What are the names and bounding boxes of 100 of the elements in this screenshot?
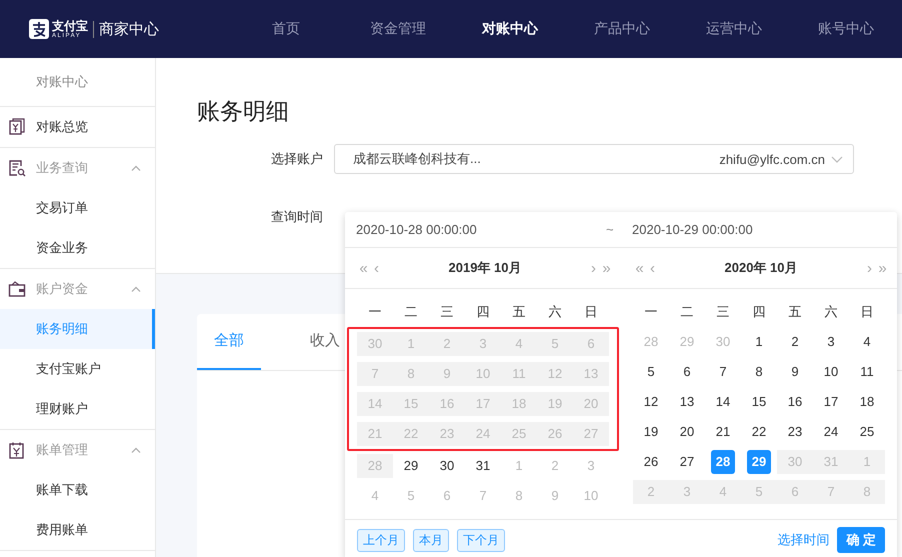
calendar-day[interactable]: 27 <box>669 450 705 474</box>
calendar-day[interactable]: 7 <box>465 484 501 508</box>
calendar-day[interactable]: 12 <box>633 390 669 414</box>
calendar-day[interactable]: 29 <box>393 454 429 478</box>
calendar-day[interactable]: 3 <box>573 454 609 478</box>
calendar-day[interactable]: 2 <box>537 454 573 478</box>
tab[interactable]: 全部 <box>197 314 261 370</box>
previous-month-button[interactable]: ‹ <box>370 260 383 276</box>
calendar-day[interactable]: 9 <box>777 360 813 384</box>
sidebar-item[interactable]: 账户资金 <box>0 269 155 309</box>
sidebar-item[interactable]: 费用账单 <box>0 510 155 550</box>
next-year-button[interactable]: » <box>876 260 889 276</box>
caret-icon <box>131 165 141 171</box>
sidebar-item[interactable]: 业务查询 <box>0 148 155 188</box>
calendar-day[interactable]: 10 <box>813 360 849 384</box>
calendar-day[interactable]: 14 <box>705 390 741 414</box>
calendar-day[interactable]: 30 <box>705 330 741 354</box>
calendar-day[interactable]: 11 <box>849 360 885 384</box>
calendar-day[interactable]: 28 <box>711 450 735 474</box>
start-date-input[interactable]: 2020-10-28 00:00:00 <box>356 222 606 237</box>
sidebar-item[interactable]: 对账总览 <box>0 107 155 147</box>
calendar-day[interactable]: 23 <box>777 420 813 444</box>
calendar-day[interactable]: 5 <box>633 360 669 384</box>
calendar-day[interactable]: 30 <box>429 454 465 478</box>
nav-tab[interactable]: 运营中心 <box>678 20 790 38</box>
bill-icon <box>8 441 26 459</box>
calendar-day[interactable]: 13 <box>669 390 705 414</box>
calendar-day[interactable]: 1 <box>501 454 537 478</box>
sidebar-item[interactable]: 账单下载 <box>0 470 155 510</box>
previous-year-button[interactable]: « <box>633 260 646 276</box>
calendar-day[interactable]: 8 <box>741 360 777 384</box>
calendar-day[interactable]: 18 <box>849 390 885 414</box>
end-date-input[interactable]: 2020-10-29 00:00:00 <box>632 222 882 237</box>
weekday-label: 一 <box>644 303 658 321</box>
account-select[interactable]: 成都云联峰创科技有... zhifu@ylfc.com.cn <box>334 144 854 174</box>
calendar-day[interactable]: 19 <box>633 420 669 444</box>
weekday-label: 二 <box>680 303 694 321</box>
field-label: 查询时间 <box>270 208 324 226</box>
sidebar-item[interactable]: 账单管理 <box>0 430 155 470</box>
calendar-day[interactable]: 29 <box>669 330 705 354</box>
sidebar-item[interactable]: 理财账户 <box>0 389 155 429</box>
product-name: 商家中心 <box>99 20 159 38</box>
calendar-day[interactable]: 29 <box>747 450 771 474</box>
calendar-day[interactable]: 4 <box>849 330 885 354</box>
calendar-day[interactable]: 6 <box>429 484 465 508</box>
sidebar-item[interactable]: 账务明细 <box>0 309 155 349</box>
field-label: 选择账户 <box>270 150 324 168</box>
calendar-day[interactable]: 15 <box>741 390 777 414</box>
previous-month-button[interactable]: ‹ <box>646 260 659 276</box>
calendar-day[interactable]: 31 <box>465 454 501 478</box>
calendar-day[interactable]: 24 <box>813 420 849 444</box>
nav-tab[interactable]: 对账中心 <box>454 20 566 38</box>
calendar-day[interactable]: 10 <box>573 484 609 508</box>
nav-tab[interactable]: 资金管理 <box>342 20 454 38</box>
shortcut-button[interactable]: 本月 <box>413 528 449 552</box>
nav-tab[interactable]: 产品中心 <box>566 20 678 38</box>
nav-tab[interactable]: 首页 <box>230 20 342 38</box>
month-title: 2019年 10月 <box>448 259 522 277</box>
calendar-day[interactable]: 16 <box>777 390 813 414</box>
calendar-day[interactable]: 6 <box>669 360 705 384</box>
calendar-day[interactable]: 28 <box>633 330 669 354</box>
calendar-day[interactable]: 22 <box>741 420 777 444</box>
range-separator: ~ <box>606 222 615 237</box>
weekday-label: 六 <box>824 303 838 321</box>
weekday-label: 六 <box>548 303 562 321</box>
previous-year-button[interactable]: « <box>357 260 370 276</box>
calendar-day[interactable]: 4 <box>357 484 393 508</box>
calendar-day[interactable]: 1 <box>741 330 777 354</box>
weekday-label: 日 <box>584 303 598 321</box>
sidebar-item[interactable]: 交易订单 <box>0 188 155 228</box>
shortcut-button[interactable]: 上个月 <box>357 528 405 552</box>
calendar-day[interactable]: 8 <box>501 484 537 508</box>
weekday-label: 五 <box>788 303 802 321</box>
select-time-link[interactable]: 选择时间 <box>777 531 830 549</box>
calendar-day[interactable]: 7 <box>705 360 741 384</box>
ledger-icon <box>8 118 26 136</box>
calendar-day[interactable]: 9 <box>537 484 573 508</box>
calendar-day[interactable]: 17 <box>813 390 849 414</box>
next-year-button[interactable]: » <box>600 260 613 276</box>
confirm-button[interactable]: 确 定 <box>837 527 885 553</box>
chevron-down-icon <box>831 156 843 162</box>
calendar-day[interactable]: 2 <box>777 330 813 354</box>
calendar-day[interactable]: 25 <box>849 420 885 444</box>
calendar-day[interactable]: 21 <box>705 420 741 444</box>
next-month-button[interactable]: › <box>587 260 600 276</box>
weekday-label: 四 <box>752 303 766 321</box>
shortcut-button[interactable]: 下个月 <box>457 528 505 552</box>
weekday-label: 一 <box>368 303 382 321</box>
weekday-label: 日 <box>860 303 874 321</box>
sidebar-item[interactable]: 资金业务 <box>0 228 155 268</box>
next-month-button[interactable]: › <box>863 260 876 276</box>
calendar-day[interactable]: 3 <box>813 330 849 354</box>
calendar-day[interactable]: 5 <box>393 484 429 508</box>
caret-icon <box>131 447 141 453</box>
sidebar-item[interactable]: 支付宝账户 <box>0 349 155 389</box>
calendar-day[interactable]: 26 <box>633 450 669 474</box>
calendar-day[interactable]: 20 <box>669 420 705 444</box>
weekday-label: 二 <box>404 303 418 321</box>
nav-tab[interactable]: 账号中心 <box>790 20 902 38</box>
wallet-icon <box>8 280 26 298</box>
